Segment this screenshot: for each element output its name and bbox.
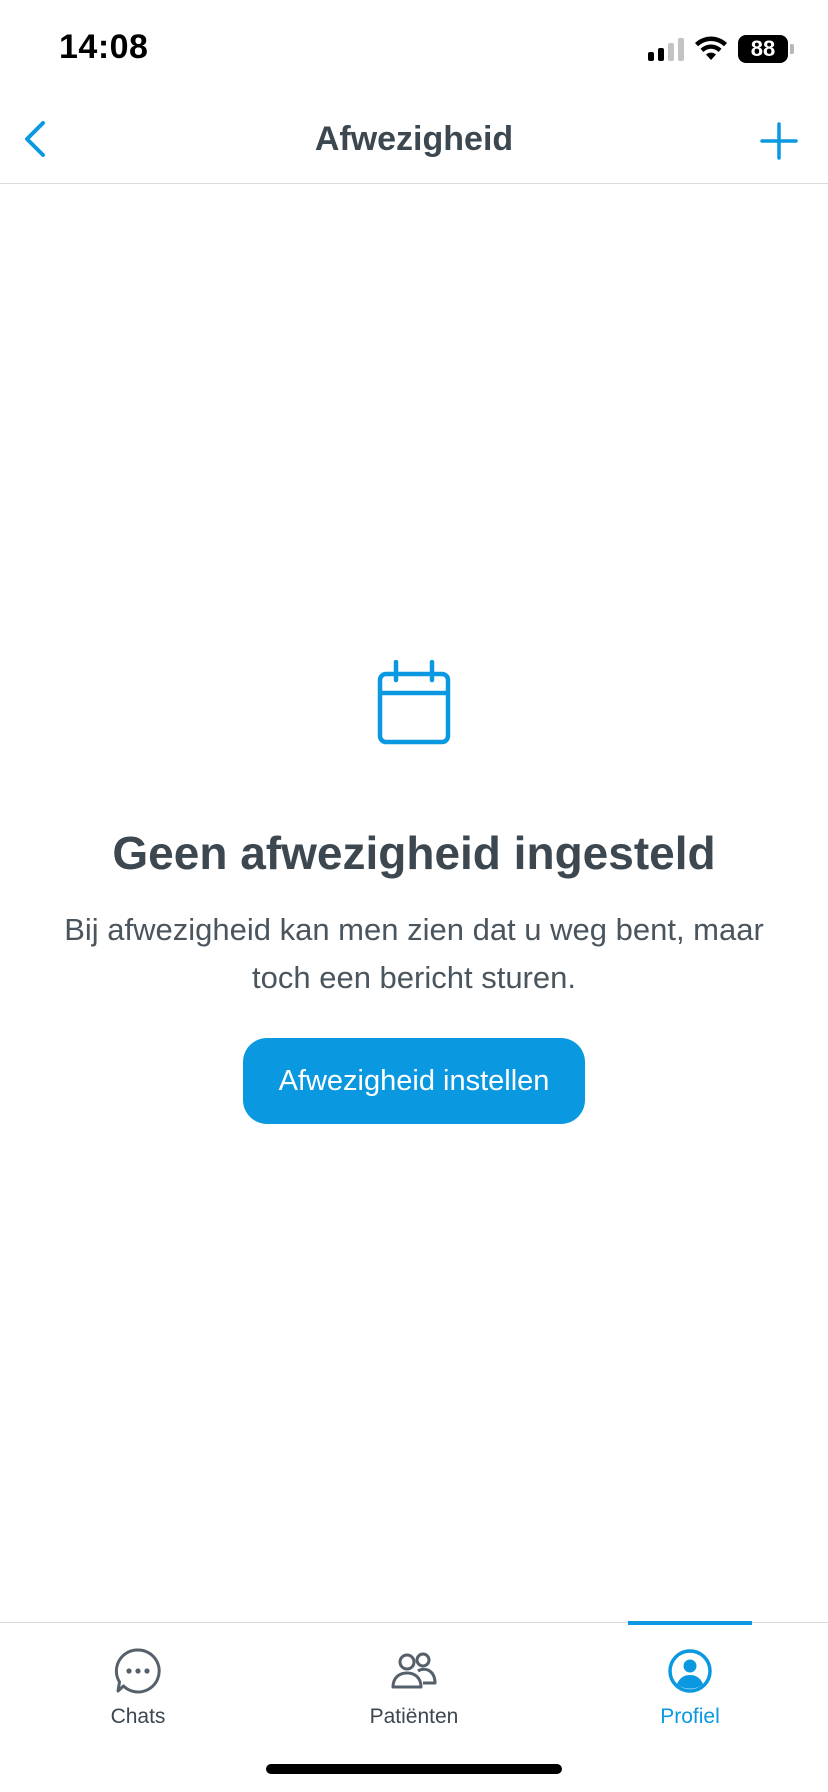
- home-indicator[interactable]: [266, 1764, 562, 1774]
- user-circle-icon: [668, 1649, 712, 1693]
- tab-label-profile: Profiel: [660, 1705, 720, 1728]
- absence-screen: 14:08 88 Afwezigheid Geen afwezigheid in…: [0, 0, 828, 1792]
- tab-label-patients: Patiënten: [369, 1705, 459, 1728]
- status-indicators: 88: [648, 34, 794, 64]
- chat-bubble-icon: [114, 1648, 161, 1694]
- add-absence-button[interactable]: [756, 118, 802, 164]
- set-absence-button[interactable]: Afwezigheid instellen: [243, 1038, 585, 1124]
- tab-patients[interactable]: Patiënten: [276, 1623, 552, 1743]
- tab-profile[interactable]: Profiel: [552, 1623, 828, 1743]
- people-icon: [391, 1652, 437, 1689]
- battery-level: 88: [750, 36, 776, 61]
- calendar-icon: [377, 660, 451, 745]
- status-bar: 14:08 88: [0, 0, 828, 100]
- battery-icon: 88: [738, 35, 788, 63]
- page-title: Afwezigheid: [314, 120, 514, 158]
- empty-state: Geen afwezigheid ingesteld Bij afwezighe…: [0, 660, 828, 1124]
- empty-state-title: Geen afwezigheid ingesteld: [112, 827, 716, 879]
- tab-label-chats: Chats: [110, 1705, 166, 1728]
- navigation-bar: Afwezigheid: [0, 100, 828, 184]
- cellular-signal-icon: [648, 37, 684, 61]
- empty-state-description: Bij afwezigheid kan men zien dat u weg b…: [64, 912, 764, 995]
- battery-cap: [790, 44, 794, 54]
- plus-icon: [760, 122, 798, 160]
- tab-chats[interactable]: Chats: [0, 1623, 276, 1743]
- status-time: 14:08: [59, 28, 149, 66]
- wifi-icon: [695, 36, 727, 60]
